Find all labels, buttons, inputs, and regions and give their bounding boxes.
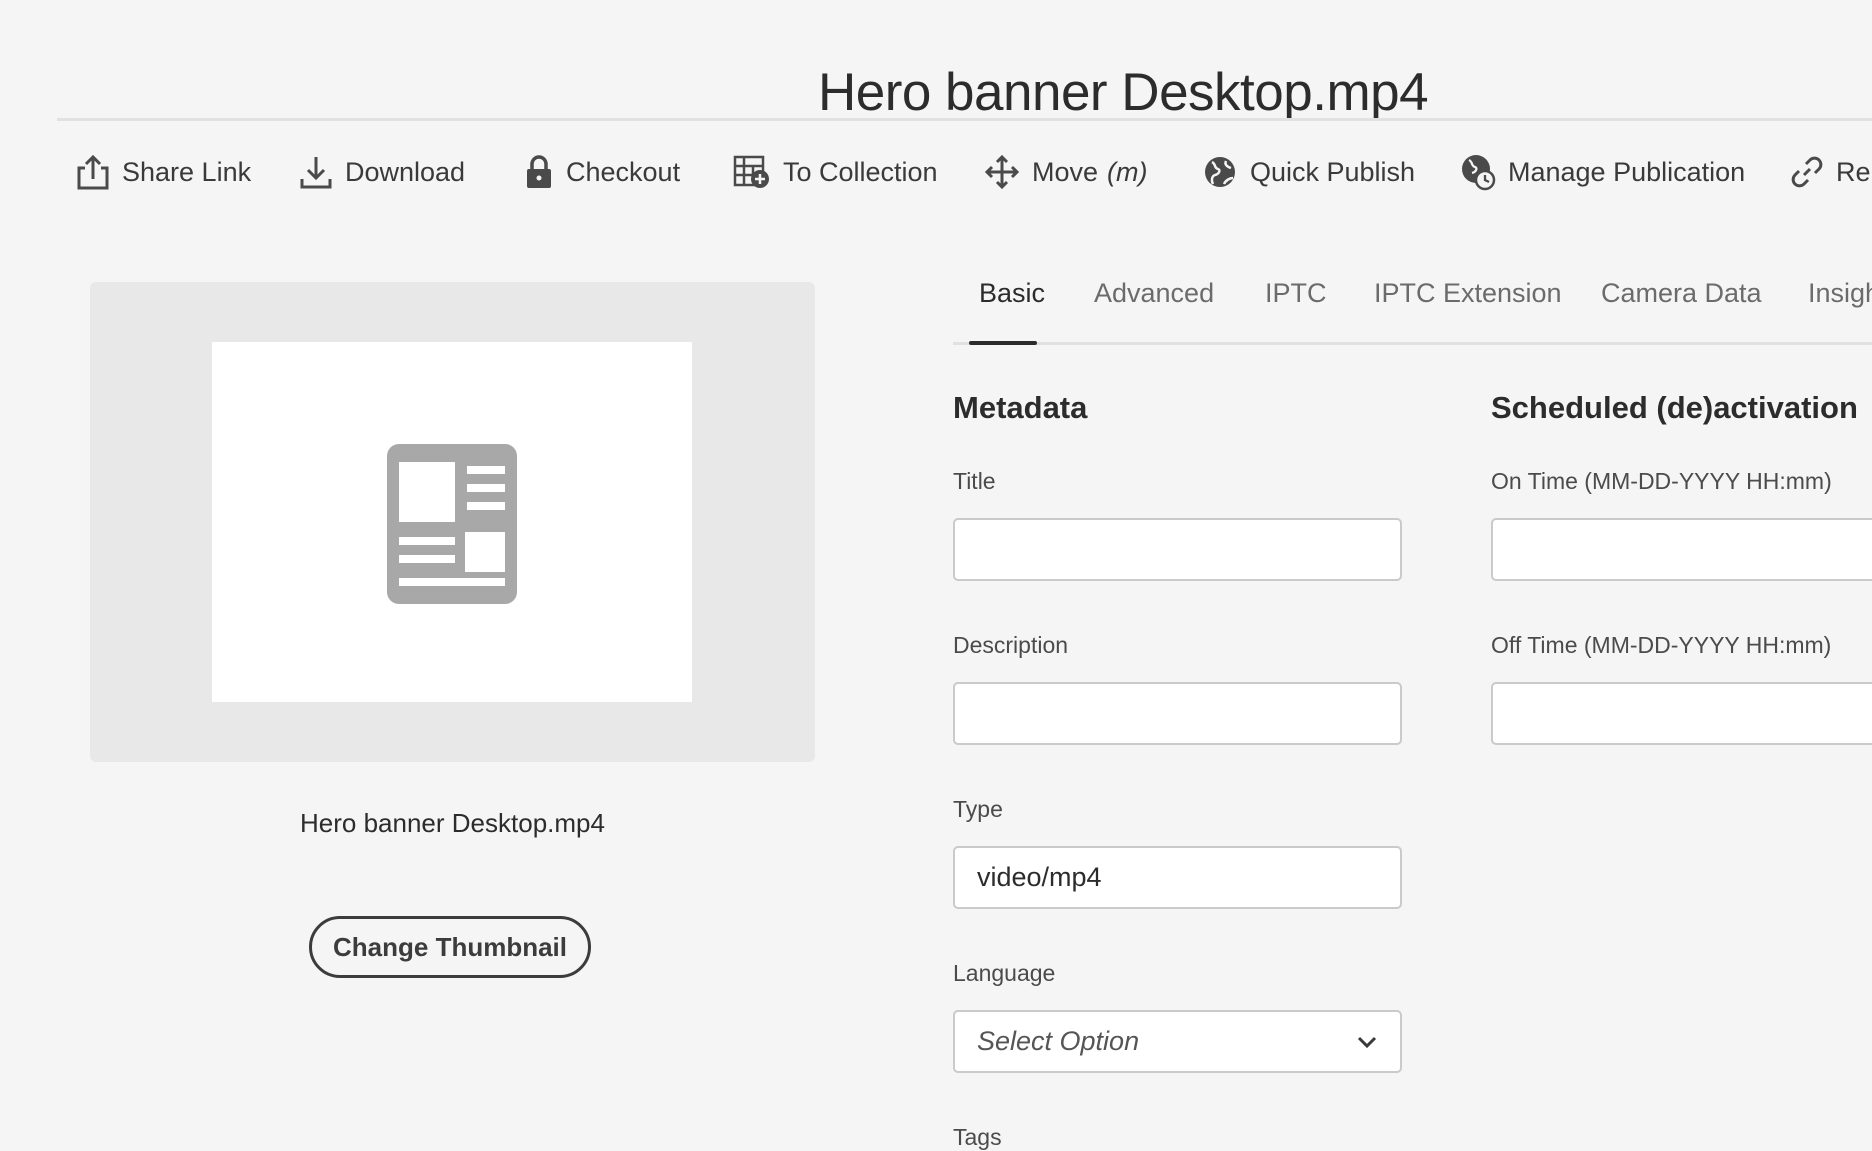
tags-label: Tags bbox=[953, 1124, 1002, 1150]
active-tab-indicator bbox=[969, 341, 1037, 345]
thumbnail-canvas bbox=[212, 342, 692, 702]
chevron-down-icon bbox=[1357, 1036, 1377, 1048]
move-label: Move bbox=[1032, 156, 1099, 187]
share-link-label: Share Link bbox=[122, 156, 252, 187]
tab-insights[interactable]: Insigh bbox=[1808, 278, 1872, 309]
move-button[interactable]: Move (m) bbox=[984, 150, 1148, 194]
on-time-label: On Time (MM-DD-YYYY HH:mm) bbox=[1491, 468, 1832, 494]
relate-label: Rel bbox=[1836, 156, 1872, 187]
description-field[interactable] bbox=[953, 682, 1402, 745]
description-label: Description bbox=[953, 632, 1069, 658]
scheduled-activation-heading: Scheduled (de)activation bbox=[1491, 390, 1858, 425]
link-icon bbox=[1791, 156, 1823, 188]
properties-tabs: Basic Advanced IPTC IPTC Extension Camer… bbox=[953, 270, 1872, 346]
globe-icon bbox=[1205, 157, 1235, 187]
globe-clock-icon bbox=[1462, 155, 1496, 191]
to-collection-button[interactable]: To Collection bbox=[733, 150, 938, 194]
page-title: Hero banner Desktop.mp4 bbox=[817, 62, 1429, 122]
relate-button[interactable]: Rel bbox=[1790, 150, 1872, 194]
title-divider bbox=[57, 118, 1872, 121]
asset-file-name: Hero banner Desktop.mp4 bbox=[300, 808, 605, 838]
quick-publish-label: Quick Publish bbox=[1250, 156, 1416, 187]
share-link-button[interactable]: Share Link bbox=[76, 150, 251, 194]
document-layout-icon bbox=[387, 444, 517, 604]
share-icon bbox=[77, 154, 109, 190]
action-toolbar: Share Link Download Checkout To Collecti… bbox=[0, 150, 1872, 194]
checkout-label: Checkout bbox=[566, 156, 681, 187]
move-shortcut-hint: (m) bbox=[1107, 156, 1148, 187]
language-select[interactable]: Select Option bbox=[953, 1010, 1402, 1073]
change-thumbnail-button[interactable]: Change Thumbnail bbox=[309, 916, 591, 978]
tab-basic[interactable]: Basic bbox=[979, 278, 1045, 309]
tab-iptc-extension[interactable]: IPTC Extension bbox=[1374, 278, 1562, 309]
download-label: Download bbox=[345, 156, 466, 187]
tab-camera-data[interactable]: Camera Data bbox=[1601, 278, 1762, 309]
tab-advanced[interactable]: Advanced bbox=[1094, 278, 1214, 309]
manage-publication-label: Manage Publication bbox=[1508, 156, 1746, 187]
title-label: Title bbox=[953, 468, 996, 494]
lock-icon bbox=[527, 155, 551, 188]
type-label: Type bbox=[953, 796, 1003, 822]
type-field[interactable]: video/mp4 bbox=[953, 846, 1402, 909]
language-select-placeholder: Select Option bbox=[977, 1026, 1140, 1056]
metadata-heading: Metadata bbox=[953, 390, 1088, 425]
quick-publish-button[interactable]: Quick Publish bbox=[1202, 150, 1415, 194]
tab-iptc[interactable]: IPTC bbox=[1265, 278, 1327, 309]
manage-publication-button[interactable]: Manage Publication bbox=[1460, 150, 1745, 194]
download-button[interactable]: Download bbox=[299, 150, 465, 194]
language-label: Language bbox=[953, 960, 1056, 986]
move-icon bbox=[984, 154, 1020, 190]
tabs-divider bbox=[953, 342, 1872, 345]
asset-preview-panel bbox=[90, 282, 815, 762]
title-field[interactable] bbox=[953, 518, 1402, 581]
off-time-label: Off Time (MM-DD-YYYY HH:mm) bbox=[1491, 632, 1832, 658]
off-time-field[interactable] bbox=[1491, 682, 1872, 745]
to-collection-label: To Collection bbox=[783, 156, 938, 187]
collection-add-icon bbox=[733, 155, 769, 188]
on-time-field[interactable] bbox=[1491, 518, 1872, 581]
download-icon bbox=[300, 157, 332, 189]
checkout-button[interactable]: Checkout bbox=[524, 150, 680, 194]
